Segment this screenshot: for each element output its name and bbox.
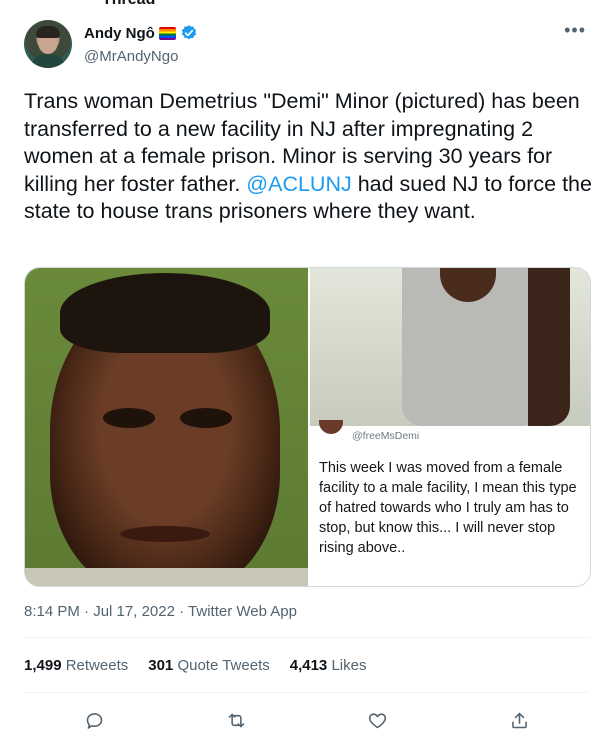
divider: [24, 692, 589, 693]
rainbow-flag-icon: [158, 26, 176, 40]
retweet-icon: [228, 713, 244, 727]
meta-separator: ·: [84, 603, 90, 620]
embedded-text: This week I was moved from a female faci…: [319, 460, 577, 556]
verified-badge-icon: [181, 25, 196, 40]
engagement-stats: 1,499 Retweets 301 Quote Tweets 4,413 Li…: [24, 657, 366, 674]
tweet-date[interactable]: Jul 17, 2022: [93, 603, 175, 620]
action-bar: [24, 700, 589, 740]
divider: [24, 637, 589, 638]
reply-button[interactable]: [74, 700, 114, 740]
likes-stat[interactable]: 4,413 Likes: [290, 657, 367, 674]
retweets-count: 1,499: [24, 657, 62, 674]
likes-count: 4,413: [289, 657, 328, 674]
tweet-text: Trans woman Demetrius "Demi" Minor (pict…: [24, 88, 594, 226]
tweet-time[interactable]: 8:14 PM: [24, 603, 80, 620]
retweets-label: Retweets: [65, 657, 129, 674]
embedded-post[interactable]: @freeMsDemi This week I was moved from a…: [310, 420, 590, 586]
meta-separator: ·: [179, 603, 185, 620]
author-display-name[interactable]: Andy Ngô: [84, 25, 155, 42]
more-options-icon[interactable]: •••: [564, 20, 586, 41]
mugshot-photo[interactable]: [25, 268, 308, 586]
embedded-handle: @freeMsDemi: [352, 430, 420, 442]
like-button[interactable]: [357, 700, 397, 740]
thread-heading-cut: Thread: [102, 0, 155, 9]
retweets-stat[interactable]: 1,499 Retweets: [24, 657, 128, 674]
retweet-button[interactable]: [216, 700, 256, 740]
mention-link[interactable]: @ACLUNJ: [246, 172, 351, 196]
embedded-avatar: [319, 420, 343, 434]
reply-icon: [86, 712, 102, 729]
tweet-meta: 8:14 PM · Jul 17, 2022 · Twitter Web App: [24, 603, 297, 620]
tweet-media[interactable]: @freeMsDemi This week I was moved from a…: [24, 267, 591, 587]
share-button[interactable]: [499, 700, 539, 740]
quotes-label: Quote Tweets: [177, 657, 270, 674]
likes-label: Likes: [331, 657, 367, 674]
embedded-photo[interactable]: [310, 268, 590, 426]
author-name-row[interactable]: Andy Ngô: [84, 24, 198, 42]
tweet-client[interactable]: Twitter Web App: [188, 603, 297, 620]
quote-tweets-stat[interactable]: 301 Quote Tweets: [148, 657, 269, 674]
like-icon: [368, 712, 386, 728]
author-handle[interactable]: @MrAndyNgo: [84, 48, 178, 65]
author-avatar[interactable]: [24, 20, 72, 68]
quotes-count: 301: [148, 657, 174, 674]
share-icon: [511, 712, 527, 728]
